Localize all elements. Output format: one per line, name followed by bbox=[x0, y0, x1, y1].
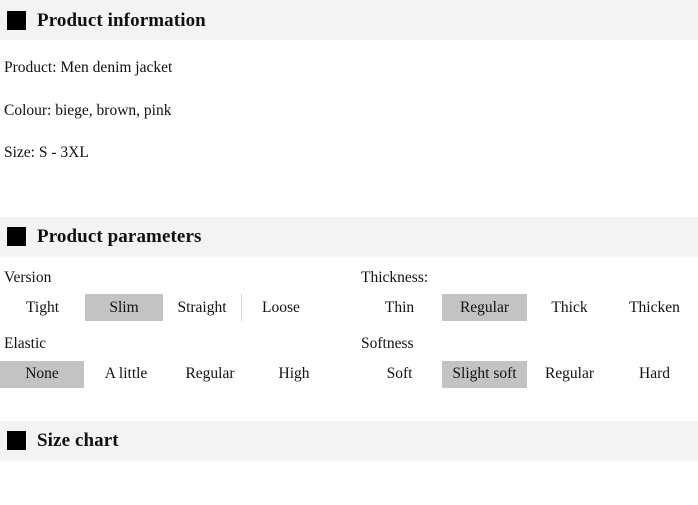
black-square-marker-icon bbox=[7, 227, 26, 246]
option-version-loose[interactable]: Loose bbox=[242, 294, 320, 321]
parameter-options-thickness: Thin Regular Thick Thicken bbox=[357, 294, 698, 321]
option-softness-regular[interactable]: Regular bbox=[527, 361, 612, 388]
section-title-product-parameters: Product parameters bbox=[37, 226, 202, 247]
parameter-row-1: Version Tight Slim Straight Loose Thickn… bbox=[0, 257, 698, 321]
section-title-product-information: Product information bbox=[37, 9, 206, 31]
parameter-label-elastic: Elastic bbox=[4, 335, 47, 352]
section-header-product-parameters: Product parameters bbox=[0, 216, 698, 257]
option-softness-soft[interactable]: Soft bbox=[357, 361, 442, 388]
option-elastic-a-little[interactable]: A little bbox=[84, 361, 168, 388]
section-header-size-chart: Size chart bbox=[0, 420, 698, 461]
product-parameters-body: Version Tight Slim Straight Loose Thickn… bbox=[0, 257, 698, 388]
option-thickness-thin[interactable]: Thin bbox=[357, 294, 442, 321]
option-softness-slight-soft[interactable]: Slight soft bbox=[442, 360, 527, 388]
product-information-body: Product: Men denim jacket Colour: biege,… bbox=[0, 60, 698, 161]
product-info-line-colour: Colour: biege, brown, pink bbox=[4, 101, 172, 119]
option-softness-hard[interactable]: Hard bbox=[612, 361, 697, 388]
parameter-group-softness: Softness Soft Slight soft Regular Hard bbox=[349, 321, 698, 388]
parameter-row-2: Elastic None A little Regular High Softn… bbox=[0, 321, 698, 388]
product-info-line-product: Product: Men denim jacket bbox=[4, 59, 173, 76]
parameter-label-softness: Softness bbox=[361, 335, 414, 352]
option-thickness-regular[interactable]: Regular bbox=[442, 294, 527, 321]
parameter-options-softness: Soft Slight soft Regular Hard bbox=[357, 360, 698, 388]
product-info-line-size: Size: S - 3XL bbox=[4, 144, 89, 161]
black-square-marker-icon bbox=[7, 431, 26, 450]
parameter-options-elastic: None A little Regular High bbox=[0, 360, 349, 388]
option-elastic-regular[interactable]: Regular bbox=[168, 361, 252, 388]
parameter-options-version: Tight Slim Straight Loose bbox=[0, 294, 349, 321]
parameter-group-version: Version Tight Slim Straight Loose bbox=[0, 257, 349, 321]
black-square-marker-icon bbox=[7, 10, 26, 30]
parameter-group-thickness: Thickness: Thin Regular Thick Thicken bbox=[349, 257, 698, 321]
parameter-label-thickness: Thickness: bbox=[361, 268, 429, 286]
option-elastic-high[interactable]: High bbox=[252, 361, 336, 388]
section-title-size-chart: Size chart bbox=[37, 430, 119, 451]
option-thickness-thicken[interactable]: Thicken bbox=[612, 294, 697, 321]
option-version-tight[interactable]: Tight bbox=[0, 294, 85, 321]
option-thickness-thick[interactable]: Thick bbox=[527, 294, 612, 321]
option-elastic-none[interactable]: None bbox=[0, 360, 84, 388]
option-version-slim[interactable]: Slim bbox=[85, 294, 163, 321]
parameter-group-elastic: Elastic None A little Regular High bbox=[0, 321, 349, 388]
parameter-label-version: Version bbox=[4, 268, 52, 286]
section-header-product-information: Product information bbox=[0, 0, 698, 40]
spacer-parameters-sizechart bbox=[0, 388, 698, 421]
option-version-straight[interactable]: Straight bbox=[163, 294, 241, 321]
spacer-information-parameters bbox=[0, 161, 698, 217]
